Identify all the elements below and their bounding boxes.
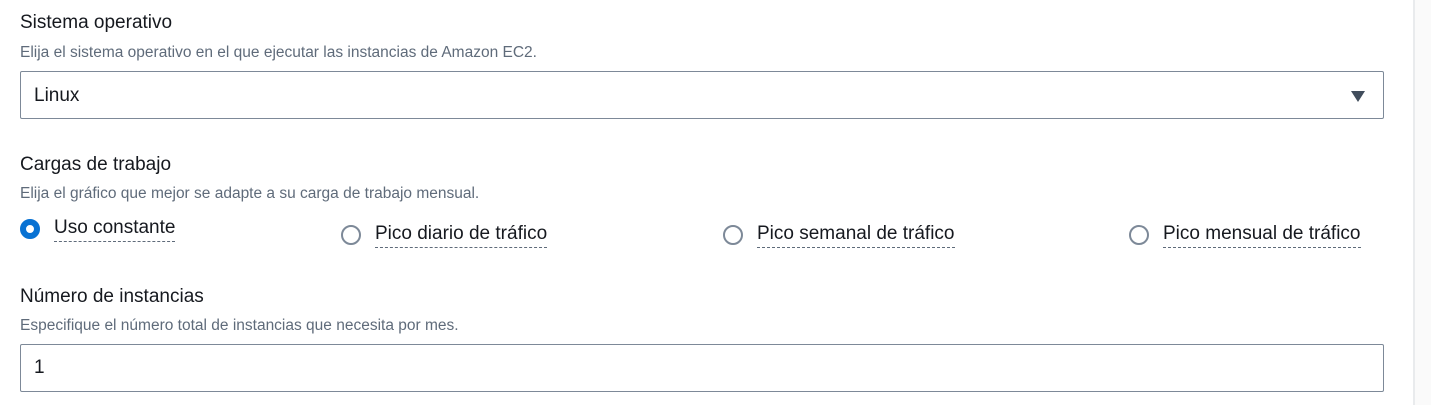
instances-description: Especifique el número total de instancia… <box>20 317 459 334</box>
scrollbar-track[interactable] <box>1415 0 1431 405</box>
radio-option-daily-peak[interactable]: Pico diario de tráfico <box>341 212 581 252</box>
radio-checked-icon[interactable] <box>20 219 40 239</box>
radio-label-constant-usage[interactable]: Uso constante <box>54 216 176 242</box>
radio-option-weekly-peak[interactable]: Pico semanal de tráfico <box>723 212 983 252</box>
radio-label-weekly-peak[interactable]: Pico semanal de tráfico <box>757 222 955 248</box>
radio-option-constant-usage[interactable]: Uso constante <box>20 212 220 252</box>
radio-unchecked-icon[interactable] <box>341 225 361 245</box>
radio-unchecked-icon[interactable] <box>723 225 743 245</box>
instances-input[interactable] <box>20 344 1384 392</box>
workloads-description: Elija el gráfico que mejor se adapte a s… <box>20 185 480 202</box>
radio-label-daily-peak[interactable]: Pico diario de tráfico <box>375 222 548 248</box>
os-description: Elija el sistema operativo en el que eje… <box>20 44 537 61</box>
os-select[interactable]: Linux <box>20 71 1384 119</box>
instances-label: Número de instancias <box>20 286 204 307</box>
radio-unchecked-icon[interactable] <box>1129 225 1149 245</box>
caret-down-icon <box>1351 91 1365 102</box>
workloads-label: Cargas de trabajo <box>20 154 172 175</box>
os-label: Sistema operativo <box>20 12 173 33</box>
radio-option-monthly-peak[interactable]: Pico mensual de tráfico <box>1129 212 1384 252</box>
workloads-radio-group: Uso constante Pico diario de tráfico Pic… <box>20 212 1384 252</box>
page: Sistema operativo Elija el sistema opera… <box>0 0 1431 405</box>
radio-label-monthly-peak[interactable]: Pico mensual de tráfico <box>1163 222 1361 248</box>
os-selected-value: Linux <box>34 85 80 106</box>
